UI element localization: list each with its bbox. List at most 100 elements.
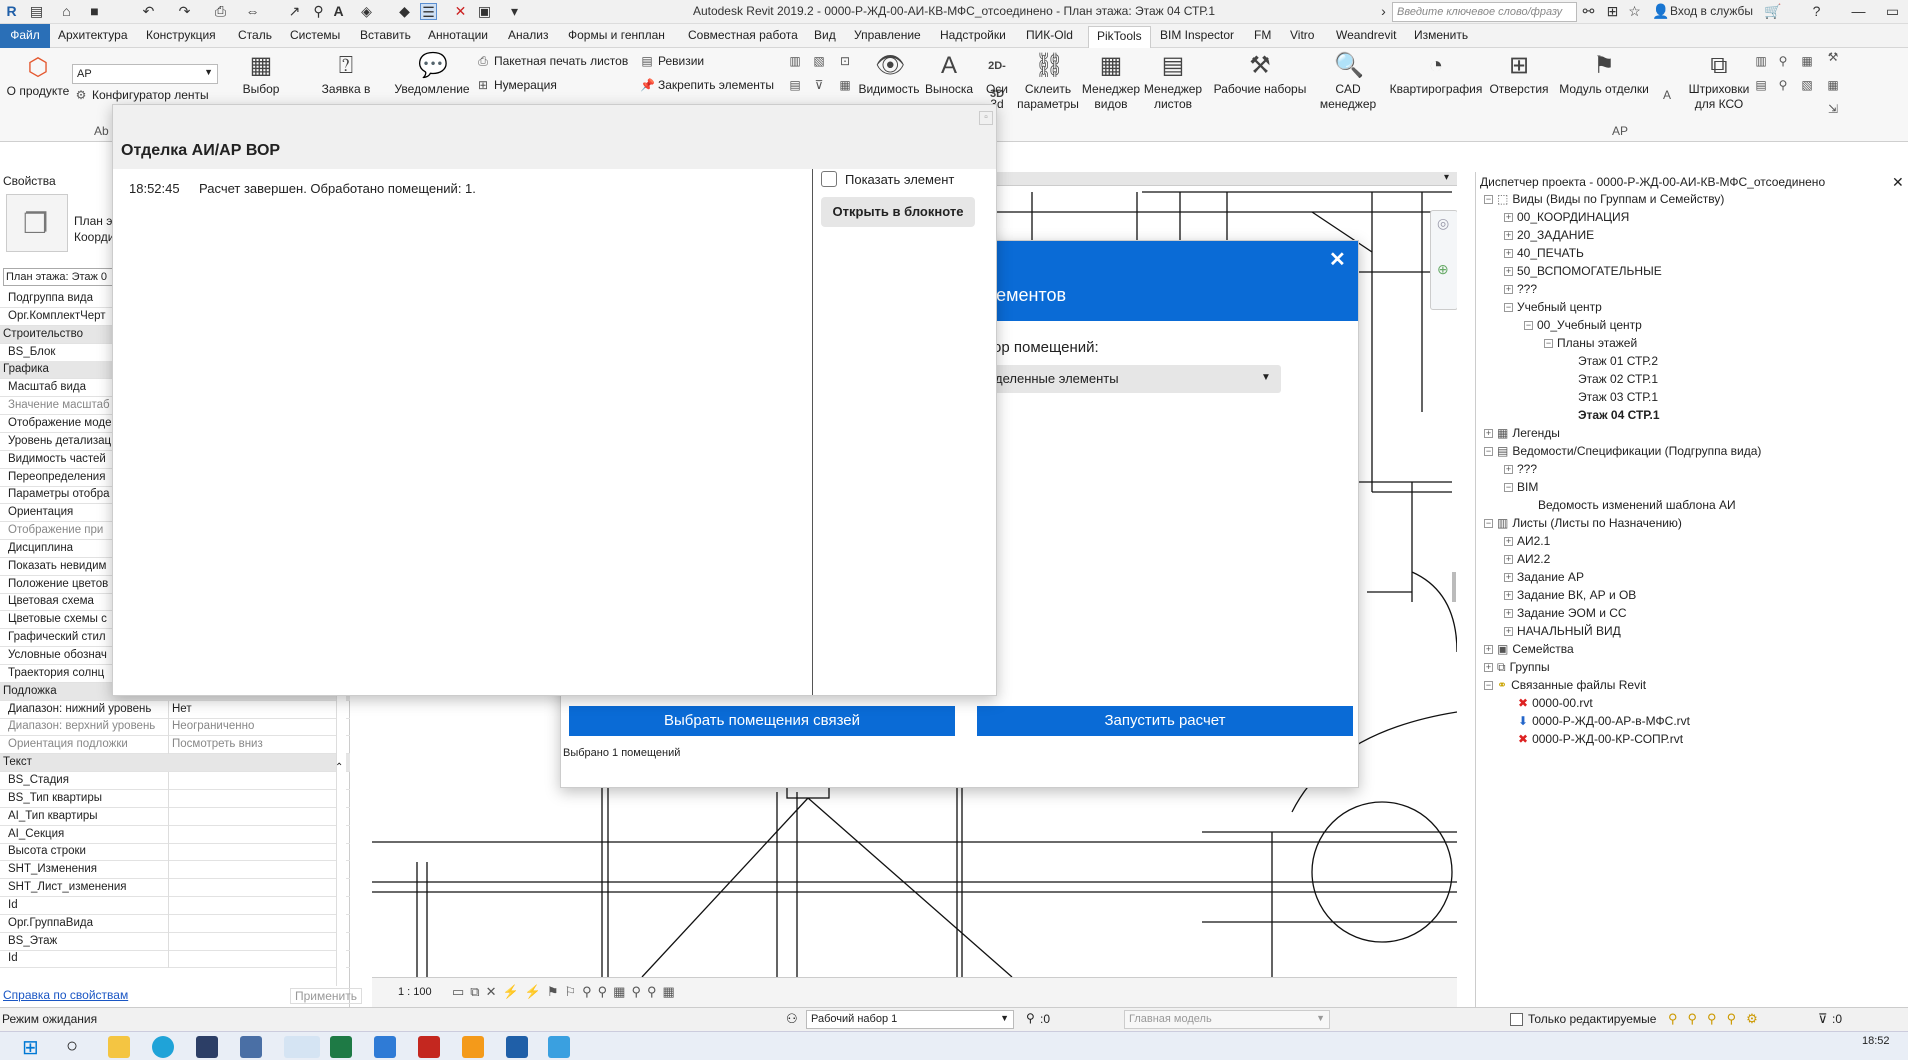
- tree-node[interactable]: −00_Учебный центр: [1524, 318, 1642, 332]
- tree-node[interactable]: +???: [1504, 462, 1537, 476]
- tab-collaborate[interactable]: Совместная работа: [688, 28, 798, 42]
- tool-m-icon[interactable]: ▦: [1826, 78, 1844, 92]
- axes-3d-button[interactable]: 2D-3D Оси 3d: [976, 52, 1018, 112]
- request-button[interactable]: ⍰ Заявка в: [316, 52, 376, 97]
- tool-g-icon[interactable]: ⚲: [1776, 54, 1794, 68]
- windows-start-icon[interactable]: ⊞: [22, 1035, 39, 1060]
- collapse-icon[interactable]: ⌃: [335, 762, 343, 773]
- open-in-notepad-button[interactable]: Открыть в блокноте: [821, 197, 975, 227]
- property-row[interactable]: SHT_Лист_изменения: [0, 879, 350, 898]
- property-row[interactable]: Ориентация подложки Посмотреть вниз: [0, 736, 350, 755]
- dialog-close-icon[interactable]: ▫: [979, 111, 993, 125]
- expand-icon[interactable]: +: [1484, 429, 1493, 439]
- tree-node[interactable]: + АИ2.1: [1504, 534, 1550, 548]
- only-editable-checkbox[interactable]: [1510, 1013, 1523, 1026]
- tab-manage[interactable]: Управление: [854, 28, 921, 42]
- tree-node[interactable]: +???: [1504, 282, 1537, 296]
- property-row[interactable]: BS_Стадия: [0, 771, 350, 790]
- tree-node[interactable]: − ▥ Листы (Листы по Назначению): [1484, 516, 1682, 530]
- view-manager-button[interactable]: ▦ Менеджер видов: [1080, 52, 1142, 112]
- property-row[interactable]: BS_Этаж: [0, 932, 350, 951]
- tree-node[interactable]: + Задание ВК, АР и ОВ: [1504, 588, 1636, 602]
- subscription-icon[interactable]: ⊞: [1604, 3, 1621, 20]
- property-row[interactable]: SHT_Изменения: [0, 861, 350, 880]
- tab-systems[interactable]: Системы: [290, 28, 340, 42]
- zoom-icon[interactable]: ⊕: [1437, 261, 1449, 278]
- tab-piktools[interactable]: PikTools: [1088, 26, 1151, 48]
- search-icon[interactable]: ○: [66, 1035, 78, 1058]
- select-button[interactable]: ▦ Выбор: [236, 52, 286, 97]
- tree-node[interactable]: + АИ2.2: [1504, 552, 1550, 566]
- tool-c-icon[interactable]: ⊡: [838, 54, 856, 68]
- link-params-button[interactable]: ⛓ Склеить параметры: [1016, 52, 1080, 112]
- telegram-icon[interactable]: [284, 1036, 320, 1058]
- expand-icon[interactable]: +: [1504, 573, 1513, 583]
- expand-icon[interactable]: +: [1504, 627, 1513, 637]
- tree-node[interactable]: +40_ПЕЧАТЬ: [1504, 246, 1584, 260]
- holes-button[interactable]: ⊞ Отверстия: [1486, 52, 1552, 97]
- finish-module-button[interactable]: ⚑ Модуль отделки: [1556, 52, 1652, 97]
- apartment-button[interactable]: ◔ Квартирография: [1386, 52, 1486, 97]
- discipline-dropdown[interactable]: АР ▼: [72, 64, 218, 84]
- properties-scrollbar[interactable]: [336, 692, 346, 986]
- tree-node[interactable]: + Задание АР: [1504, 570, 1584, 584]
- property-value[interactable]: Нет: [172, 703, 192, 715]
- tool-e-icon[interactable]: ▦: [838, 78, 856, 92]
- show-element-checkbox[interactable]: [821, 171, 837, 187]
- search-input[interactable]: Введите ключевое слово/фразу: [1392, 2, 1577, 22]
- visibility-button[interactable]: 👁 Видимость: [856, 52, 922, 97]
- expand-icon[interactable]: +: [1504, 213, 1513, 223]
- worksets-button[interactable]: ⚒ Рабочие наборы: [1210, 52, 1310, 97]
- property-row[interactable]: Диапазон: нижний уровень Нет: [0, 700, 350, 719]
- filter-icon[interactable]: ⊽: [1818, 1011, 1828, 1027]
- property-row[interactable]: AI_Секция: [0, 825, 350, 844]
- collapse-icon[interactable]: −: [1544, 339, 1553, 349]
- star-icon[interactable]: ☆: [1626, 3, 1643, 20]
- navigation-bar[interactable]: ◎ ⊕: [1430, 210, 1457, 310]
- tool-l-icon[interactable]: ▧: [1800, 78, 1818, 92]
- dialog-close-icon[interactable]: ✕: [1329, 247, 1346, 272]
- tab-structure[interactable]: Конструкция: [146, 28, 216, 42]
- expand-icon[interactable]: +: [1504, 465, 1513, 475]
- expand-icon[interactable]: +: [1504, 249, 1513, 259]
- search-arrow-icon[interactable]: ›: [1375, 3, 1392, 20]
- cad-manager-button[interactable]: 🔍 CAD менеджер: [1318, 52, 1378, 112]
- tree-node[interactable]: − Планы этажей: [1544, 336, 1637, 350]
- tree-node[interactable]: +50_ВСПОМОГАТЕЛЬНЫЕ: [1504, 264, 1662, 278]
- hatch-small-icon[interactable]: A: [1660, 88, 1678, 102]
- tree-node[interactable]: +20_ЗАДАНИЕ: [1504, 228, 1594, 242]
- tab-addins[interactable]: Надстройки: [940, 28, 1006, 42]
- expand-icon[interactable]: +: [1504, 537, 1513, 547]
- tab-pik-old[interactable]: ПИК-Old: [1026, 28, 1073, 42]
- revisions-button[interactable]: ▤ Ревизии: [640, 54, 704, 68]
- property-value[interactable]: Неограниченно: [172, 720, 254, 732]
- tree-node[interactable]: Этаж 02 СТР.1: [1564, 372, 1658, 386]
- user-icon[interactable]: 👤: [1652, 3, 1669, 20]
- view-scale[interactable]: 1 : 100: [398, 986, 432, 998]
- collapse-icon[interactable]: −: [1524, 321, 1533, 331]
- expand-icon[interactable]: +: [1484, 663, 1493, 673]
- tab-analyze[interactable]: Анализ: [508, 28, 549, 42]
- view-control-icons[interactable]: ▭⧉✕⚡⚡⚑⚐⚲⚲▦⚲⚲▦: [452, 984, 681, 1000]
- run-calculation-button[interactable]: Запустить расчет: [977, 706, 1353, 736]
- tool-a-icon[interactable]: ▥: [788, 54, 806, 68]
- collapse-icon[interactable]: −: [1504, 483, 1513, 493]
- pin-elements-button[interactable]: 📌 Закрепить элементы: [640, 78, 774, 92]
- binoculars-icon[interactable]: ⚯: [1580, 3, 1597, 20]
- callout-button[interactable]: A Выноска: [922, 52, 976, 97]
- tab-vitro[interactable]: Vitro: [1290, 28, 1314, 42]
- tree-node[interactable]: Ведомость изменений шаблона АИ: [1524, 498, 1736, 512]
- tree-node[interactable]: ✖ 0000-00.rvt: [1504, 696, 1593, 710]
- collapse-icon[interactable]: −: [1484, 681, 1493, 691]
- app-icon[interactable]: [196, 1036, 218, 1058]
- login-button[interactable]: Вход в службы: [1670, 4, 1753, 18]
- about-button[interactable]: ⬡ О продукте: [2, 54, 74, 99]
- property-row[interactable]: Id: [0, 896, 350, 915]
- expand-icon[interactable]: +: [1504, 555, 1513, 565]
- expand-icon[interactable]: +: [1484, 645, 1493, 655]
- apply-button[interactable]: Применить: [290, 988, 363, 1004]
- selection-filter-icons[interactable]: ⚲⚲⚲⚲⚙: [1668, 1011, 1768, 1027]
- maximize-icon[interactable]: ▭: [1884, 3, 1901, 20]
- notes-icon[interactable]: [548, 1036, 570, 1058]
- hatch-button[interactable]: ⧉ Штриховки для КСО: [1680, 52, 1758, 112]
